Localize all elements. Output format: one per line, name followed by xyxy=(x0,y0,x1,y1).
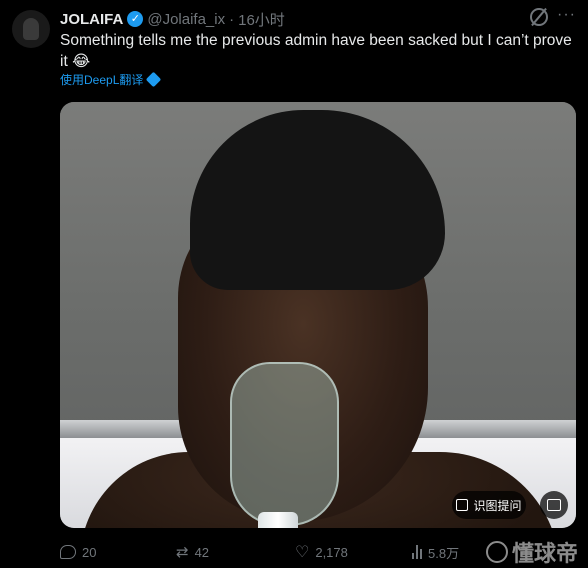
watermark: 懂球帝 xyxy=(485,536,578,568)
tweet-media-image[interactable]: 识图提问 xyxy=(60,102,576,528)
tweet-text: Something tells me the previous admin ha… xyxy=(60,32,572,70)
avatar-figure xyxy=(23,18,39,40)
tweet-header: JOLAIFA ✓ @Jolaifa_ix · 16小时 xyxy=(60,8,576,30)
translate-link[interactable]: 使用DeepL翻译 xyxy=(60,71,162,88)
ocr-ask-button[interactable]: 识图提问 xyxy=(452,491,526,519)
author-name[interactable]: JOLAIFA xyxy=(60,11,123,28)
retweet-count: 42 xyxy=(194,544,210,560)
scan-icon xyxy=(456,499,469,511)
ocr-ask-label: 识图提问 xyxy=(473,498,522,513)
watermark-ball-icon xyxy=(485,541,508,563)
author-avatar[interactable] xyxy=(12,10,50,48)
image-icon xyxy=(547,499,561,511)
heart-icon: ♡ xyxy=(295,544,310,561)
reply-count: 20 xyxy=(82,544,97,560)
retweet-icon: ⇄ xyxy=(176,544,189,561)
views-count: 5.8万 xyxy=(428,545,460,561)
reply-button[interactable]: 20 xyxy=(60,545,96,560)
deepl-icon xyxy=(146,71,162,88)
like-button[interactable]: ♡ 2,178 xyxy=(295,542,348,562)
views-button[interactable]: 5.8万 xyxy=(412,543,459,562)
tweet-timestamp[interactable]: 16小时 xyxy=(238,9,285,30)
author-handle[interactable]: @Jolaifa_ix xyxy=(147,11,225,28)
verified-badge-icon: ✓ xyxy=(127,11,144,27)
header-separator: · xyxy=(229,10,235,28)
image-expand-button[interactable] xyxy=(540,491,568,519)
image-nebulizer xyxy=(258,512,298,528)
retweet-button[interactable]: ⇄ 42 xyxy=(176,543,209,561)
image-oxygen-mask xyxy=(230,362,339,526)
grok-icon[interactable] xyxy=(530,8,548,26)
more-options-icon[interactable]: ··· xyxy=(557,6,576,24)
like-count: 2,178 xyxy=(315,544,348,560)
watermark-text: 懂球帝 xyxy=(511,541,578,566)
reply-icon xyxy=(60,545,76,559)
views-chart-icon xyxy=(412,545,422,559)
translate-label: 使用DeepL翻译 xyxy=(60,73,144,87)
